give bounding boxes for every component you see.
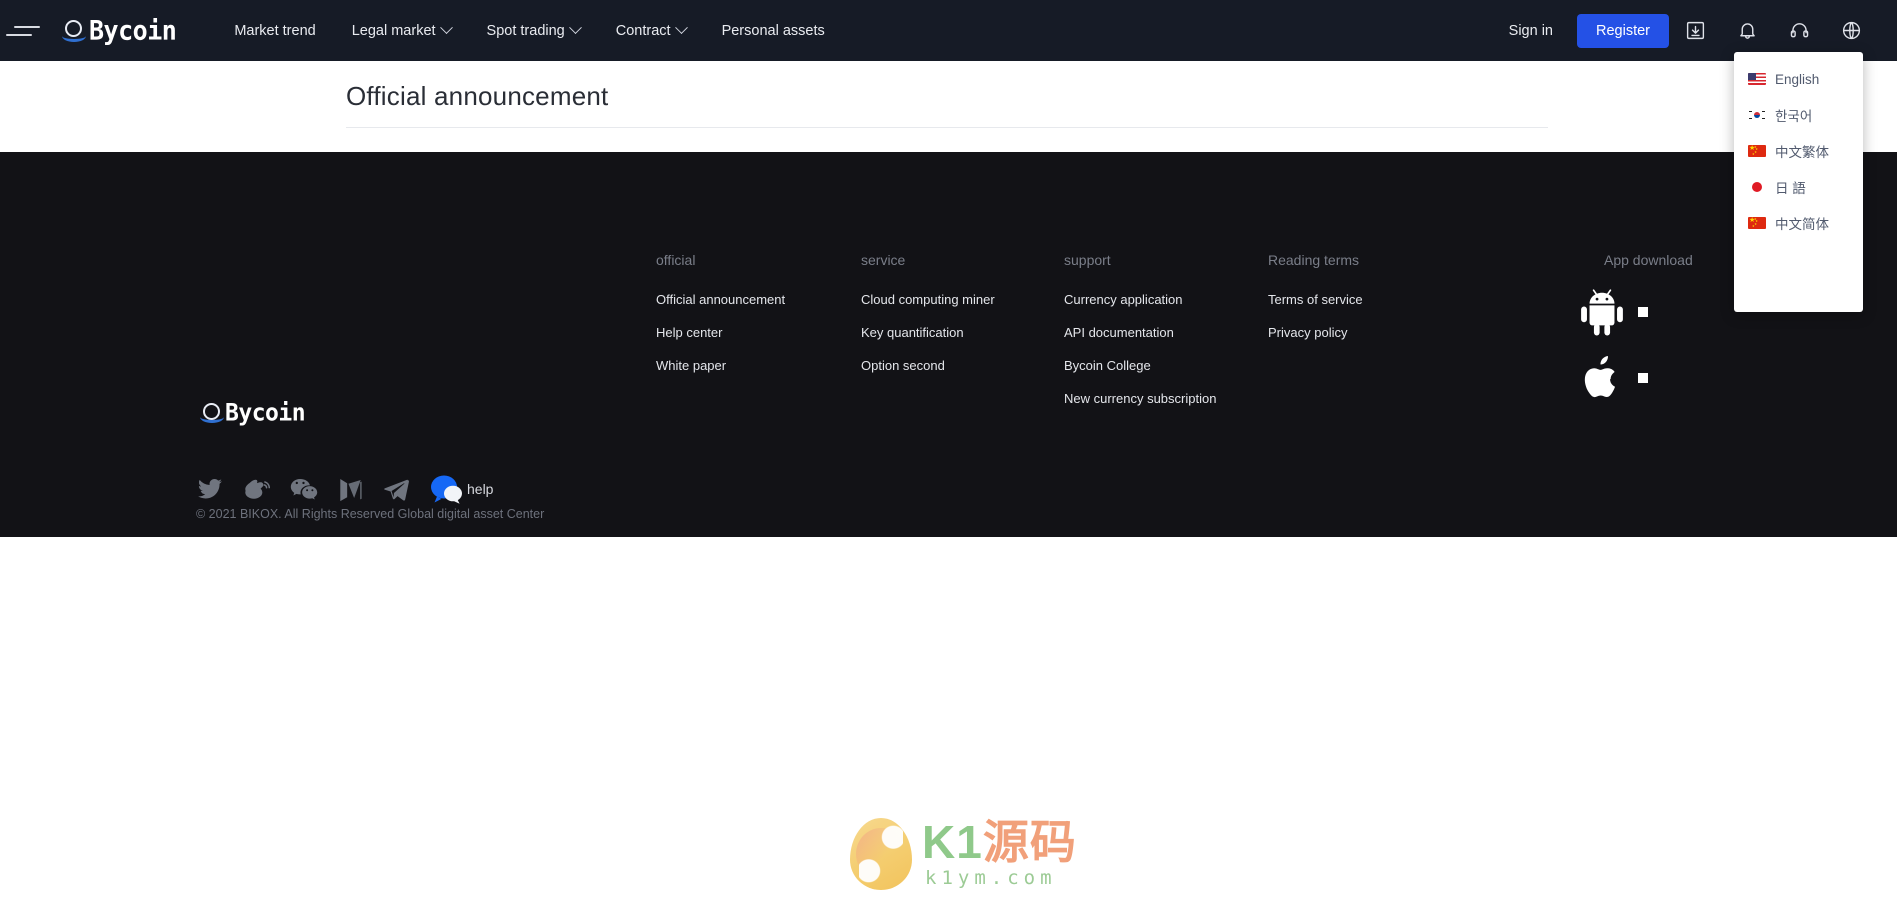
hamburger-icon[interactable]: [6, 21, 40, 41]
footer-brand-name: Bycoin: [225, 399, 305, 426]
register-button[interactable]: Register: [1577, 14, 1669, 48]
wechat-icon[interactable]: [290, 476, 318, 502]
footer-column-heading: service: [861, 252, 905, 268]
footer-link-privacy-policy[interactable]: Privacy policy: [1268, 325, 1347, 340]
medium-icon[interactable]: [338, 476, 363, 502]
page-title: Official announcement: [346, 81, 608, 112]
telegram-icon[interactable]: [383, 476, 409, 502]
nav-item-market-trend[interactable]: Market trend: [216, 0, 333, 61]
chevron-down-icon: [440, 21, 453, 34]
language-label: 中文繁体: [1775, 141, 1829, 161]
twitter-icon[interactable]: [197, 476, 223, 502]
language-option-chinese-simplified[interactable]: ★★ ★★★ 中文简体: [1734, 205, 1863, 241]
nav-item-personal-assets[interactable]: Personal assets: [704, 0, 843, 61]
footer-column-heading: official: [656, 252, 695, 268]
language-label: 한국어: [1775, 105, 1812, 125]
watermark-url: k1ym.com: [922, 867, 1077, 889]
footer-link-bycoin-college[interactable]: Bycoin College: [1064, 358, 1151, 373]
language-label: English: [1775, 72, 1819, 87]
brand-logo[interactable]: Bycoin: [62, 11, 176, 51]
top-header: Bycoin Market trend Legal market Spot tr…: [0, 0, 1897, 61]
language-option-japanese[interactable]: 日 語: [1734, 169, 1863, 205]
footer-link-cloud-computing-miner[interactable]: Cloud computing miner: [861, 292, 995, 307]
brand-name: Bycoin: [89, 15, 176, 45]
nav-item-legal-market[interactable]: Legal market: [334, 0, 469, 61]
footer-link-option-second[interactable]: Option second: [861, 358, 945, 373]
flag-cn-icon: ★★ ★★★: [1748, 217, 1766, 229]
nav-label: Market trend: [234, 23, 315, 39]
language-label: 中文简体: [1775, 213, 1829, 233]
footer-link-white-paper[interactable]: White paper: [656, 358, 726, 373]
language-option-chinese-traditional[interactable]: ★★ ★★★ 中文繁体: [1734, 133, 1863, 169]
android-icon: [1580, 288, 1624, 336]
flag-jp-icon: [1748, 181, 1766, 193]
footer-link-terms-of-service[interactable]: Terms of service: [1268, 292, 1363, 307]
site-footer: Bycoin © 2021 BIKOX. All Rights Reserved…: [0, 152, 1897, 537]
footer-link-currency-application[interactable]: Currency application: [1064, 292, 1183, 307]
footer-link-new-currency-subscription[interactable]: New currency subscription: [1064, 391, 1216, 406]
nav-label: Spot trading: [487, 23, 565, 39]
flag-us-icon: [1748, 73, 1766, 85]
flag-kr-icon: [1748, 109, 1766, 121]
apple-icon: [1580, 354, 1624, 402]
flag-cn-icon: ★★ ★★★: [1748, 145, 1766, 157]
watermark-text: K1源码 k1ym.com: [922, 819, 1077, 889]
hamburger-line: [6, 34, 32, 36]
language-option-english[interactable]: English: [1734, 61, 1863, 97]
sign-in-link[interactable]: Sign in: [1495, 23, 1567, 39]
main-nav: Market trend Legal market Spot trading C…: [216, 0, 842, 61]
footer-column-heading: Reading terms: [1268, 252, 1359, 268]
download-icon[interactable]: [1669, 0, 1721, 61]
language-dropdown-menu: English 한국어 ★★ ★★★ 中文繁体 日 語 ★★ ★★★ 中文简体: [1734, 52, 1863, 312]
nav-label: Contract: [616, 23, 671, 39]
app-download-heading: App download: [1604, 252, 1693, 268]
title-divider: [346, 127, 1548, 128]
footer-column-heading: support: [1064, 252, 1111, 268]
bycoin-mark-icon: [200, 401, 224, 425]
copyright-text: © 2021 BIKOX. All Rights Reserved Global…: [196, 507, 544, 521]
chevron-down-icon: [569, 21, 582, 34]
app-download-ios[interactable]: [1580, 354, 1648, 402]
main-content: Official announcement: [0, 61, 1897, 152]
footer-link-help-center[interactable]: Help center: [656, 325, 722, 340]
hamburger-line: [14, 26, 40, 28]
nav-label: Legal market: [352, 23, 436, 39]
language-option-korean[interactable]: 한국어: [1734, 97, 1863, 133]
ios-qr-icon[interactable]: [1638, 373, 1648, 383]
footer-link-key-quantification[interactable]: Key quantification: [861, 325, 964, 340]
bycoin-mark-icon: [62, 18, 88, 44]
watermark-cn: 源码: [983, 816, 1077, 868]
nav-item-contract[interactable]: Contract: [598, 0, 704, 61]
android-qr-icon[interactable]: [1638, 307, 1648, 317]
watermark-logo-icon: [850, 818, 912, 890]
nav-item-spot-trading[interactable]: Spot trading: [469, 0, 598, 61]
help-label: help: [467, 481, 493, 497]
watermark-latin: K1: [922, 816, 983, 868]
language-label: 日 語: [1775, 177, 1806, 197]
chevron-down-icon: [675, 21, 688, 34]
chat-bubble-icon[interactable]: help: [429, 474, 493, 504]
site-watermark: K1源码 k1ym.com: [850, 818, 1077, 890]
watermark-main-line: K1源码: [922, 819, 1077, 865]
social-links: help: [197, 474, 493, 504]
nav-label: Personal assets: [722, 23, 825, 39]
weibo-icon[interactable]: [243, 476, 270, 502]
footer-logo[interactable]: Bycoin: [200, 400, 305, 426]
app-download-android[interactable]: [1580, 288, 1648, 336]
footer-link-official-announcement[interactable]: Official announcement: [656, 292, 785, 307]
footer-link-api-documentation[interactable]: API documentation: [1064, 325, 1174, 340]
